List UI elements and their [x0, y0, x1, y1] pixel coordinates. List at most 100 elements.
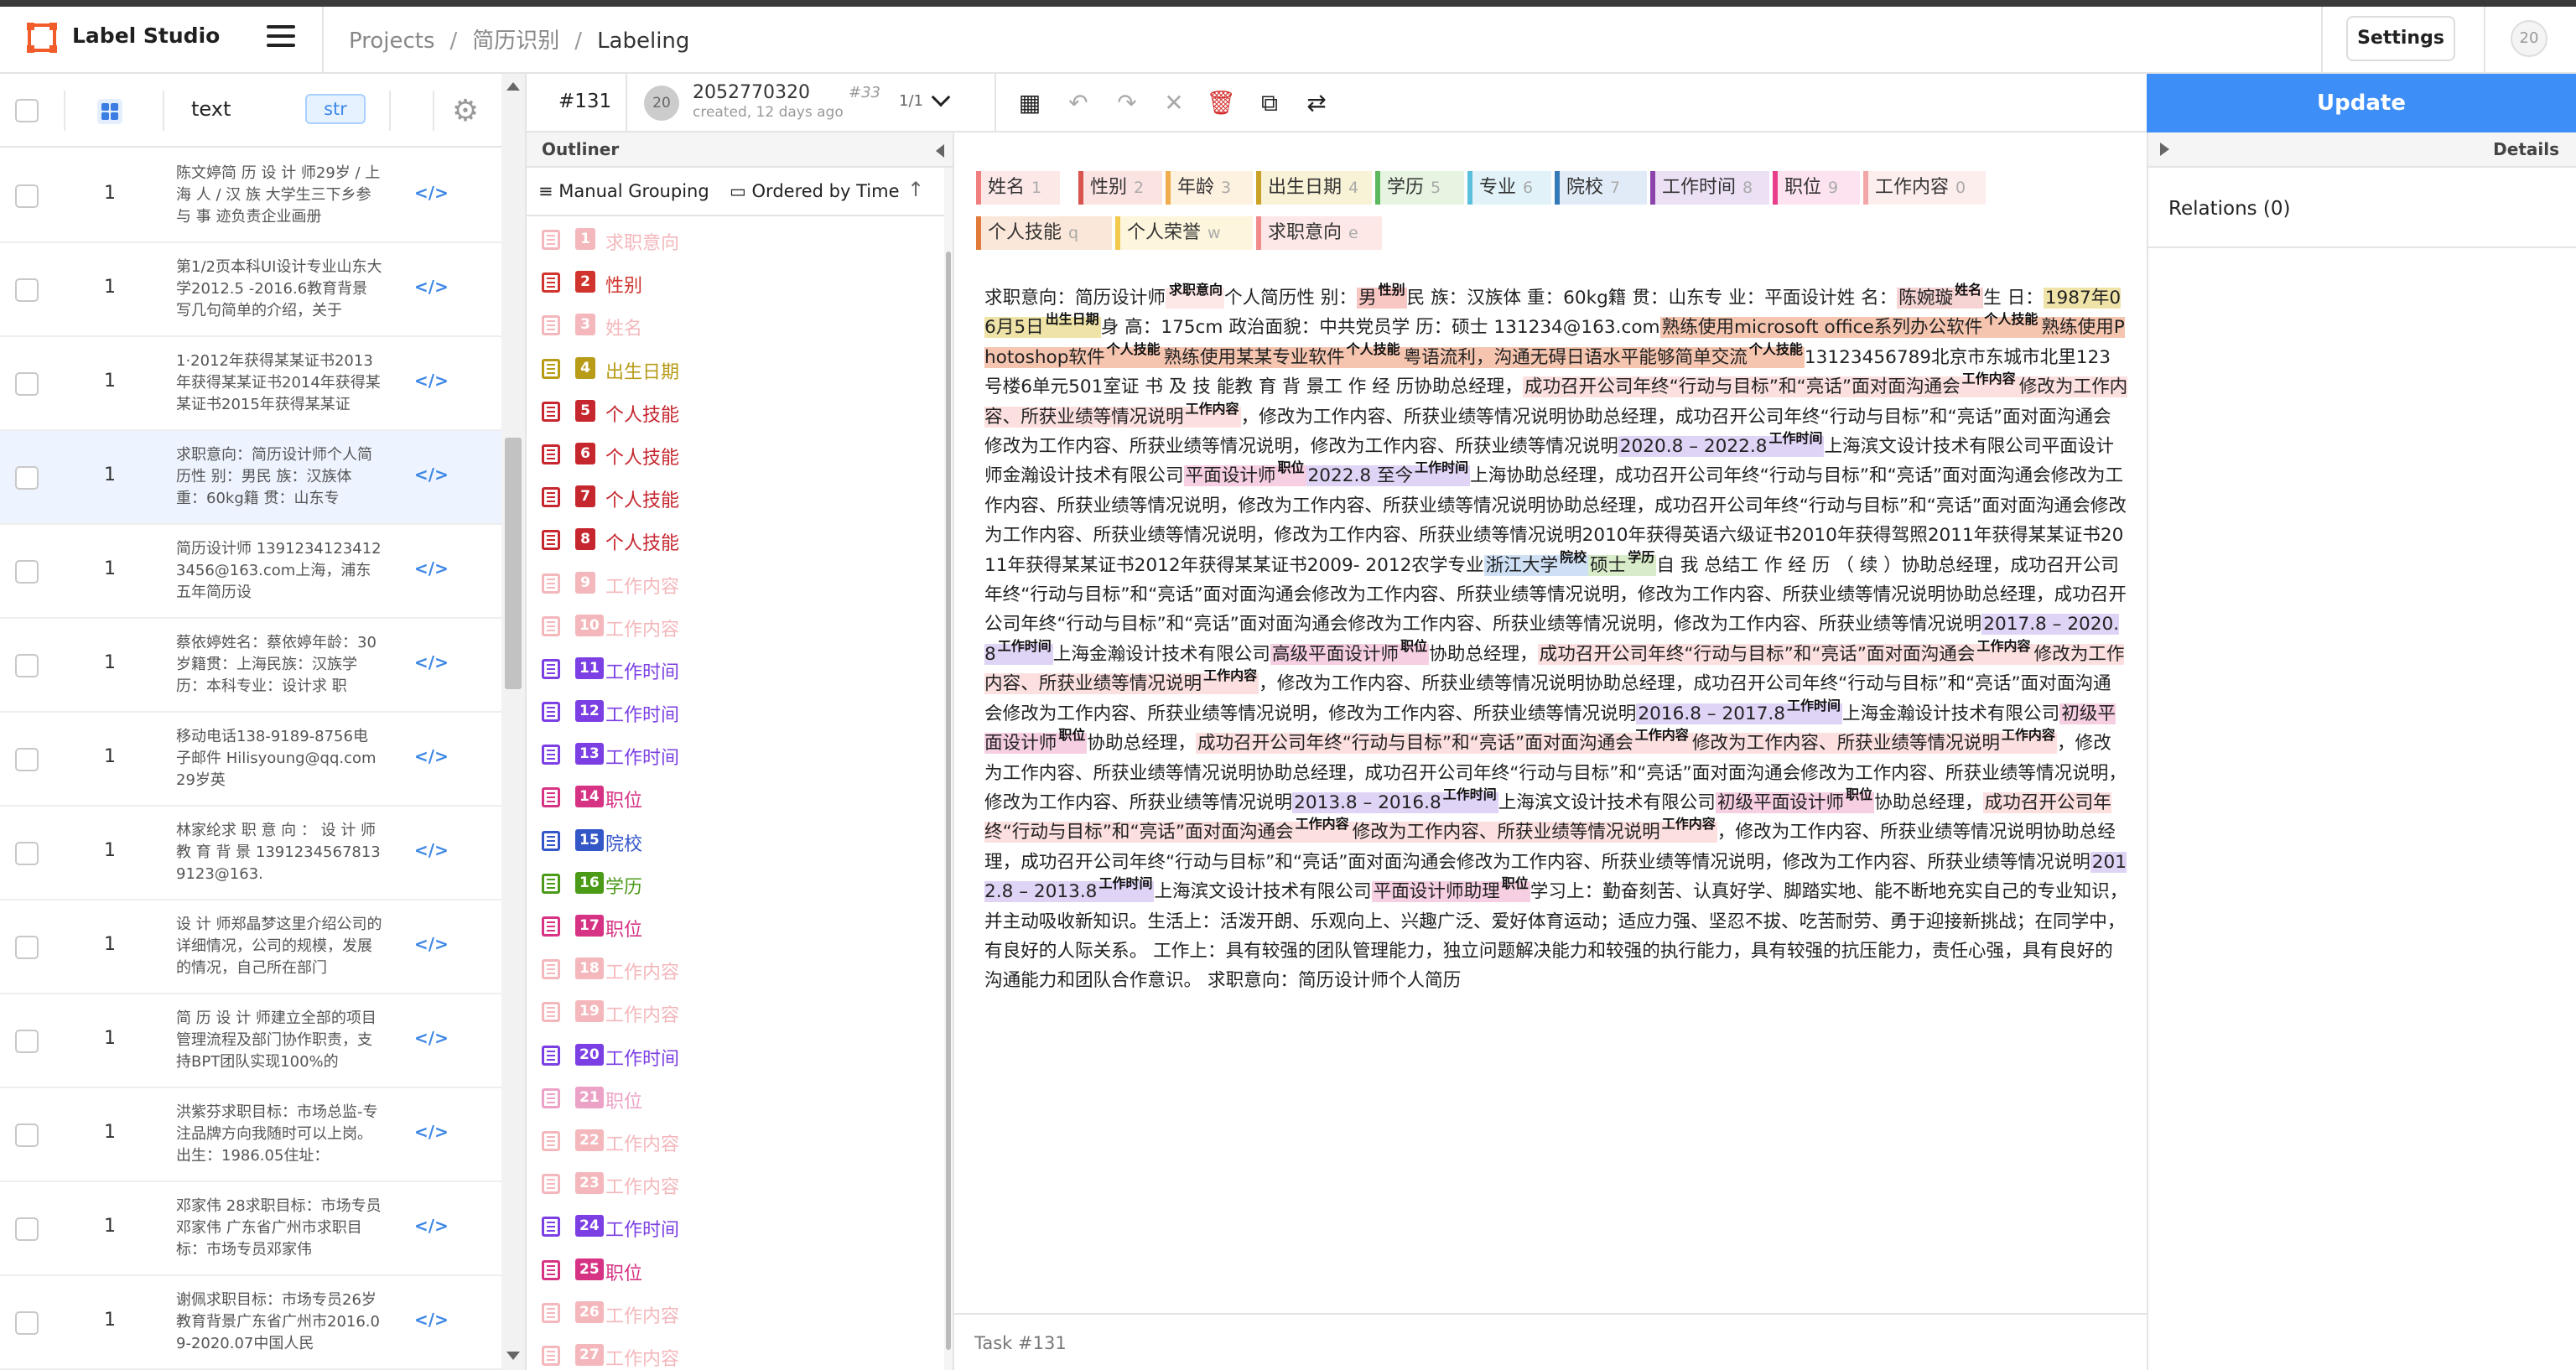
entity-highlight[interactable]: 修改为工作内容、所获业绩等情况说明 工作内容 [1690, 729, 2057, 755]
sort-arrow-up-icon[interactable]: ↑ [907, 178, 924, 201]
update-button[interactable]: Update [2147, 74, 2576, 132]
column-header-text[interactable]: text [191, 97, 231, 121]
collapse-left-icon[interactable] [936, 144, 944, 158]
table-row[interactable]: 1 林家纶求 职 意 向 ： 设 计 师教 育 背 景 1391234567813… [0, 807, 501, 900]
scrollbar-thumb[interactable] [946, 252, 951, 1350]
region-item[interactable]: 20 工作时间 [527, 1034, 944, 1077]
entity-highlight[interactable]: 高级平面设计师 职位 [1270, 639, 1430, 665]
label-chip[interactable]: 个人荣誉 w [1115, 216, 1253, 250]
entity-highlight[interactable]: 浙江大学 院校 [1483, 550, 1589, 576]
table-row[interactable]: 1 1·2012年获得某某证书2013年获得某某证书2014年获得某某证书2015… [0, 337, 501, 431]
code-icon[interactable]: </> [414, 277, 449, 297]
region-item[interactable]: 12 工作时间 [527, 690, 944, 733]
row-checkbox[interactable] [15, 560, 39, 584]
code-icon[interactable]: </> [414, 652, 449, 672]
label-chip[interactable]: 工作内容 0 [1863, 171, 1986, 205]
entity-highlight[interactable]: 硕士 学历 [1588, 550, 1657, 576]
label-chip[interactable]: 学历 5 [1375, 171, 1464, 205]
undo-icon[interactable]: ↶ [1063, 89, 1093, 119]
code-icon[interactable]: </> [414, 746, 449, 766]
select-all-checkbox[interactable] [15, 99, 39, 122]
label-chip[interactable]: 出生日期 4 [1256, 171, 1372, 205]
scrollbar-thumb[interactable] [505, 438, 522, 689]
grid-view-icon[interactable]: ▦ [1015, 89, 1045, 119]
region-item[interactable]: 9 工作内容 [527, 562, 944, 605]
entity-highlight[interactable]: 成功召开公司年终“行动与目标”和“亮话”面对面沟通会 工作内容 [1537, 639, 2033, 665]
region-item[interactable]: 14 职位 [527, 776, 944, 818]
redo-icon[interactable]: ↷ [1112, 89, 1142, 119]
region-item[interactable]: 5 个人技能 [527, 390, 944, 433]
region-item[interactable]: 7 个人技能 [527, 475, 944, 518]
code-icon[interactable]: </> [414, 1310, 449, 1330]
region-item[interactable]: 21 职位 [527, 1077, 944, 1119]
code-icon[interactable]: </> [414, 371, 449, 391]
row-checkbox[interactable] [15, 372, 39, 396]
entity-highlight[interactable]: 2013.8 – 2016.8 工作时间 [1292, 787, 1498, 813]
code-icon[interactable]: </> [414, 1028, 449, 1048]
region-item[interactable]: 17 职位 [527, 905, 944, 947]
label-chip[interactable]: 个人技能 q [976, 216, 1112, 250]
close-icon[interactable]: ✕ [1159, 89, 1189, 119]
delete-icon[interactable]: 🗑 [1206, 89, 1236, 119]
row-checkbox[interactable] [15, 936, 39, 959]
region-item[interactable]: 3 姓名 [527, 304, 944, 346]
annotation-id[interactable]: 2052770320 [693, 82, 810, 103]
code-icon[interactable]: </> [414, 1122, 449, 1142]
label-chip[interactable]: 工作时间 8 [1650, 171, 1769, 205]
table-row[interactable]: 1 蔡依婷姓名：蔡依婷年龄：30岁籍贯：上海民族：汉族学历：本科专业：设计求 职 <… [0, 619, 501, 713]
entity-highlight[interactable]: 求职意向 [1165, 283, 1224, 309]
label-chip[interactable]: 职位 9 [1773, 171, 1860, 205]
scroll-up-icon[interactable] [506, 82, 520, 91]
region-item[interactable]: 26 工作内容 [527, 1291, 944, 1334]
table-row[interactable]: 1 简 历 设 计 师建立全部的项目管理流程及部门协作职责，支持BPT团队实现10… [0, 994, 501, 1088]
row-checkbox[interactable] [15, 654, 39, 677]
region-item[interactable]: 19 工作内容 [527, 990, 944, 1033]
entity-highlight[interactable]: 2022.8 至今 工作时间 [1306, 461, 1471, 487]
region-item[interactable]: 24 工作时间 [527, 1205, 944, 1248]
code-icon[interactable]: </> [414, 183, 449, 203]
grouping-option[interactable]: ≡ Manual Grouping [538, 181, 709, 201]
region-item[interactable]: 11 工作时间 [527, 647, 944, 690]
region-item[interactable]: 13 工作时间 [527, 733, 944, 776]
entity-highlight[interactable]: 2020.8 – 2022.8 工作时间 [1618, 432, 1825, 458]
region-item[interactable]: 27 工作内容 [527, 1334, 944, 1370]
gear-icon[interactable]: ⚙ [449, 96, 481, 127]
table-row[interactable]: 1 第1/2页本科UI设计专业山东大学2012.5 -2016.6教育背景写几句简… [0, 243, 501, 337]
region-item[interactable]: 15 院校 [527, 819, 944, 862]
table-row[interactable]: 1 设 计 师郑晶梦这里介绍公司的详细情况，公司的规模，发展的情况，自己所在部门 <… [0, 900, 501, 994]
expand-right-icon[interactable] [2160, 143, 2169, 156]
code-icon[interactable]: </> [414, 464, 449, 485]
entity-highlight[interactable]: 平面设计师 职位 [1183, 461, 1306, 487]
entity-highlight[interactable]: 男性别 [1357, 283, 1407, 309]
entity-highlight[interactable]: 2016.8 – 2017.8 工作时间 [1636, 698, 1843, 724]
ordering-option[interactable]: ▭ Ordered by Time [730, 181, 900, 201]
document-text[interactable]: 求职意向：简历设计师 求职意向个人简历性 别：男 性别民 族：汉族体 重：60kg籍… [984, 283, 2128, 996]
settings-button[interactable]: Settings [2346, 16, 2455, 61]
region-item[interactable]: 4 出生日期 [527, 347, 944, 390]
region-item[interactable]: 16 学历 [527, 862, 944, 905]
breadcrumb-projects[interactable]: Projects [349, 29, 435, 54]
row-checkbox[interactable] [15, 466, 39, 490]
row-checkbox[interactable] [15, 1030, 39, 1053]
row-checkbox[interactable] [15, 748, 39, 771]
region-item[interactable]: 22 工作内容 [527, 1119, 944, 1162]
hamburger-menu-icon[interactable] [267, 25, 295, 50]
task-list-scrollbar[interactable] [501, 74, 525, 1370]
code-icon[interactable]: </> [414, 558, 449, 579]
label-chip[interactable]: 求职意向 e [1256, 216, 1382, 250]
label-chip[interactable]: 年龄 3 [1166, 171, 1253, 205]
table-row[interactable]: 1 邓家伟 28求职目标：市场专员邓家伟 广东省广州市求职目标：市场专员邓家伟 </… [0, 1182, 501, 1276]
outliner-scrollbar[interactable] [944, 168, 953, 1370]
label-chip[interactable]: 院校 7 [1555, 171, 1647, 205]
entity-highlight[interactable]: 成功召开公司年终“行动与目标”和“亮话”面对面沟通会 工作内容 [1195, 729, 1690, 755]
relations-label[interactable]: Relations (0) [2168, 198, 2291, 220]
app-title[interactable]: Label Studio [72, 23, 220, 48]
entity-highlight[interactable]: 成功召开公司年终“行动与目标”和“亮话”面对面沟通会 工作内容 [1522, 372, 2018, 398]
table-row[interactable]: 1 洪紫芬求职目标：市场总监-专注品牌方向我随时可以上岗。出生：1986.05住址… [0, 1088, 501, 1182]
region-item[interactable]: 2 性别 [527, 261, 944, 304]
row-checkbox[interactable] [15, 842, 39, 865]
region-item[interactable]: 6 个人技能 [527, 433, 944, 475]
region-item[interactable]: 18 工作内容 [527, 947, 944, 990]
region-item[interactable]: 10 工作内容 [527, 605, 944, 647]
row-checkbox[interactable] [15, 1124, 39, 1147]
